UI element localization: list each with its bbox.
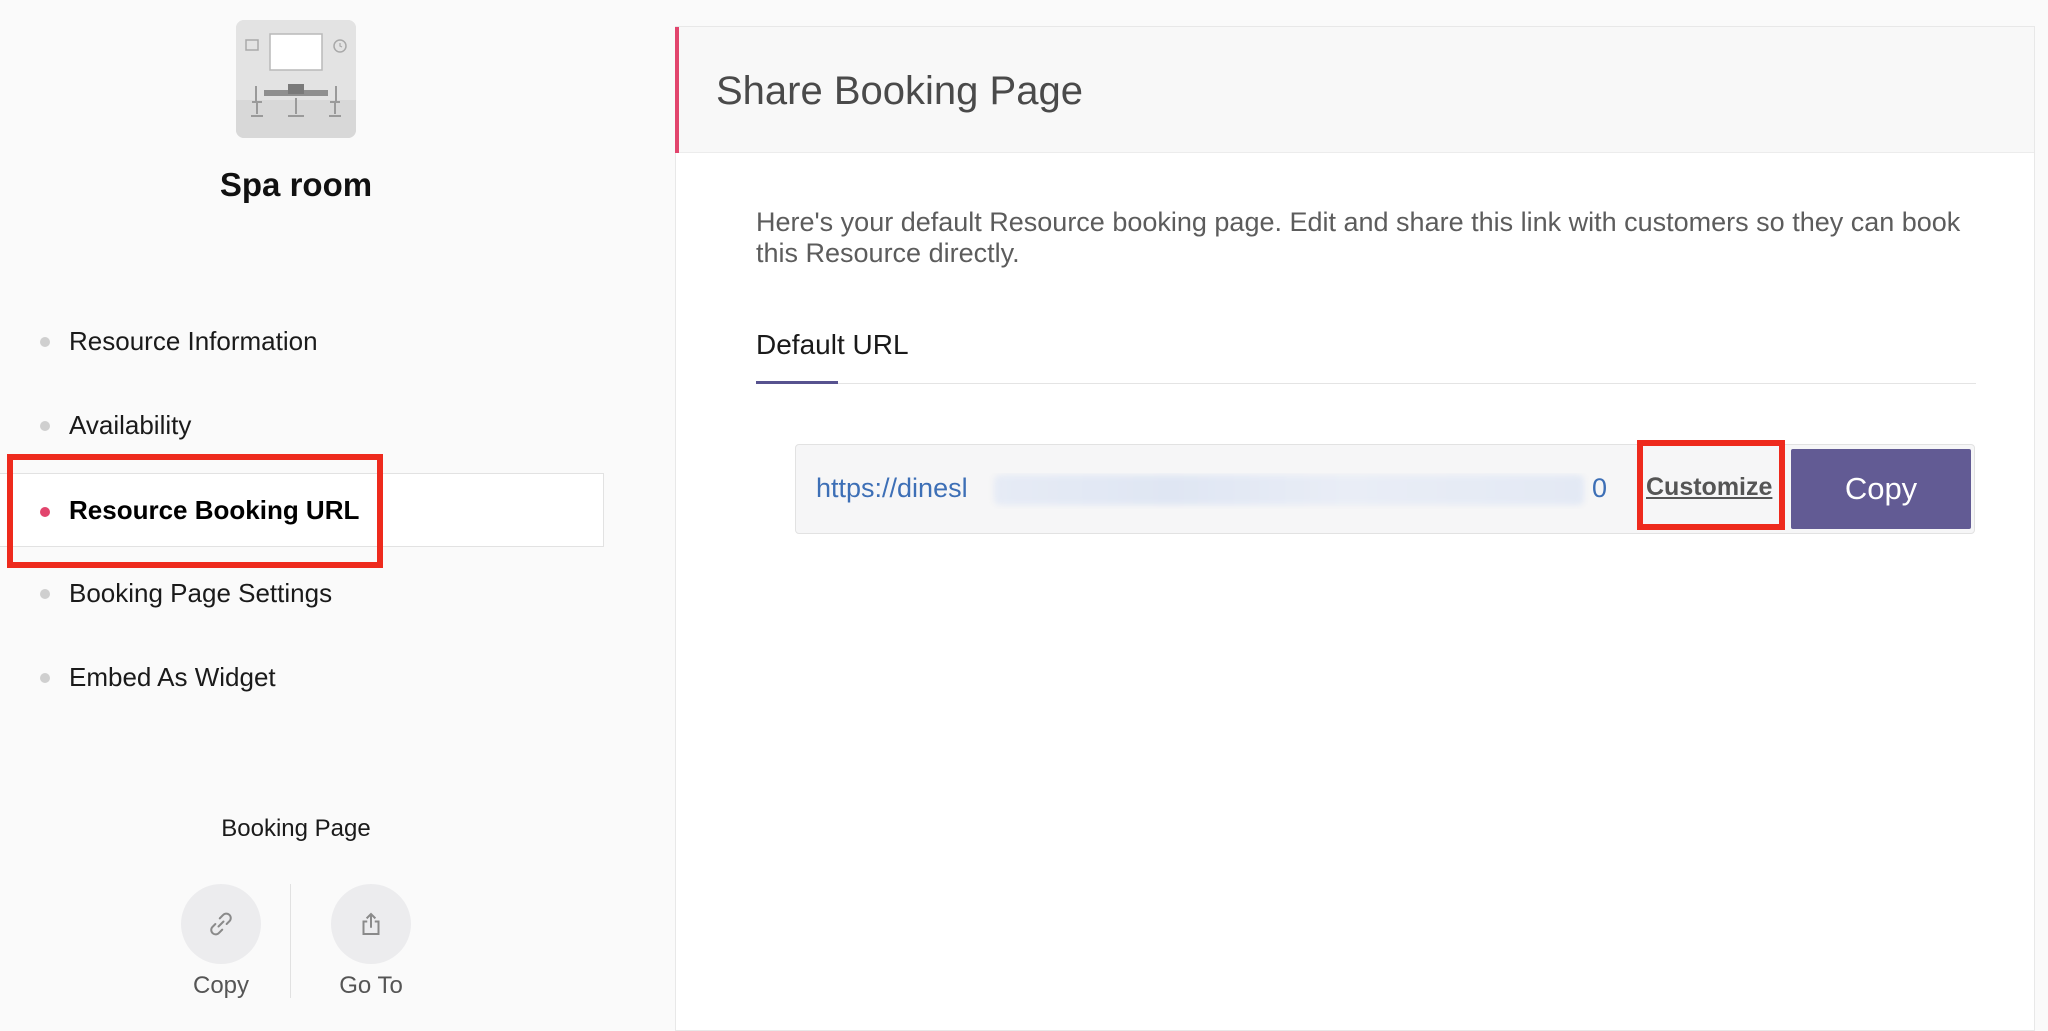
- go-to-action[interactable]: Go To: [311, 884, 431, 1000]
- copy-link-action[interactable]: Copy: [161, 884, 281, 1000]
- nav-item-label: Resource Information: [69, 325, 318, 356]
- resource-image: [236, 20, 356, 138]
- meeting-room-illustration: [236, 20, 356, 138]
- link-icon: [210, 912, 232, 936]
- nav-item-availability[interactable]: Availability: [0, 388, 604, 462]
- booking-url-field: https://dinesl 0... Customize Copy: [795, 444, 1975, 534]
- customize-link[interactable]: Customize: [1646, 473, 1772, 502]
- sidebar: Spa room Resource Information Availabili…: [0, 0, 675, 1031]
- url-visible-start: https://dinesl: [816, 473, 968, 503]
- go-to-action-label: Go To: [339, 972, 403, 999]
- copy-url-button[interactable]: Copy: [1791, 449, 1971, 529]
- share-booking-page-panel: Share Booking Page Here's your default R…: [675, 26, 2035, 1031]
- copy-action-label: Copy: [192, 972, 250, 999]
- booking-url-link[interactable]: https://dinesl 0...: [816, 473, 1606, 509]
- nav-item-resource-booking-url[interactable]: Resource Booking URL: [0, 473, 604, 547]
- header-accent-bar: [675, 27, 679, 153]
- url-redacted-blur: [994, 475, 1584, 505]
- bullet-icon: [40, 337, 50, 347]
- copy-link-button[interactable]: [181, 884, 261, 964]
- active-tab-indicator: [756, 381, 838, 384]
- tab-divider: [756, 383, 1976, 384]
- nav-item-booking-page-settings[interactable]: Booking Page Settings: [0, 556, 604, 630]
- action-divider: [290, 884, 291, 998]
- panel-header: Share Booking Page: [675, 27, 2034, 153]
- bullet-icon: [40, 589, 50, 599]
- url-visible-end: 0...: [1592, 473, 1606, 503]
- page-title: Share Booking Page: [716, 69, 1083, 113]
- intro-text: Here's your default Resource booking pag…: [756, 207, 1961, 268]
- nav-item-resource-information[interactable]: Resource Information: [0, 304, 604, 378]
- go-to-button[interactable]: [331, 884, 411, 964]
- nav-item-label: Embed As Widget: [69, 661, 276, 692]
- resource-name: Spa room: [219, 166, 373, 203]
- tab-default-url[interactable]: Default URL: [756, 329, 909, 361]
- bullet-icon: [40, 421, 50, 431]
- nav-item-label: Availability: [69, 409, 192, 440]
- nav-item-embed-as-widget[interactable]: Embed As Widget: [0, 640, 604, 714]
- app-root: Spa room Resource Information Availabili…: [0, 0, 2048, 1031]
- nav-item-label: Booking Page Settings: [69, 577, 333, 608]
- active-bullet-icon: [40, 507, 50, 517]
- booking-page-label: Booking Page: [221, 815, 371, 842]
- share-icon: [362, 912, 380, 935]
- nav-item-label: Resource Booking URL: [69, 494, 360, 525]
- bullet-icon: [40, 673, 50, 683]
